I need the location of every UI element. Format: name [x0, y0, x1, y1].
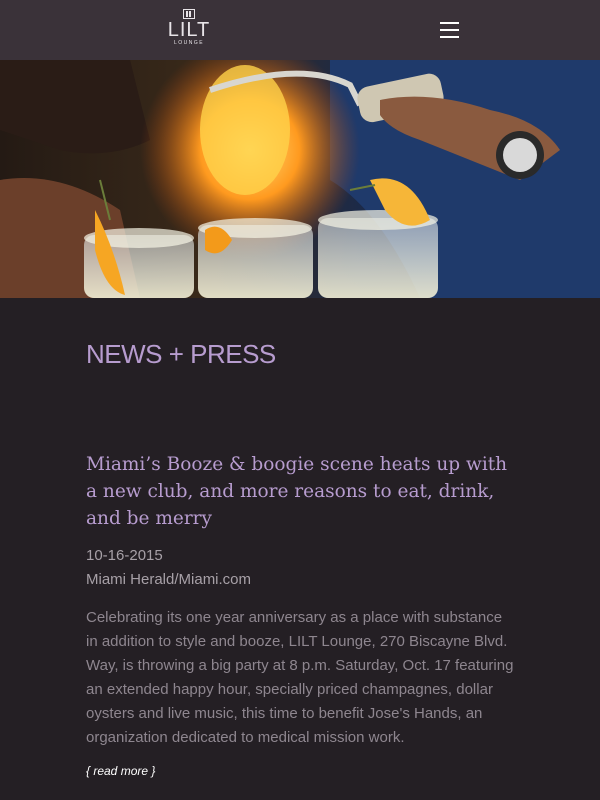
read-more-link[interactable]: { read more } — [86, 764, 155, 778]
logo-subtext: LOUNGE — [173, 40, 205, 46]
article-date: 10-16-2015 — [86, 547, 163, 564]
lilt-lounge-logo[interactable]: LILT LOUNGE — [166, 9, 212, 51]
site-header: LILT LOUNGE — [0, 0, 600, 60]
article-body: Celebrating its one year anniversary as … — [86, 609, 514, 746]
hero-photo — [0, 60, 600, 298]
news-content: NEWS + PRESS Miami’s Booze & boogie scen… — [86, 298, 526, 780]
article-title[interactable]: Miami’s Booze & boogie scene heats up wi… — [86, 451, 516, 532]
hamburger-menu-icon[interactable] — [438, 20, 462, 40]
logo-mark-icon — [183, 9, 195, 19]
page-title: NEWS + PRESS — [86, 339, 276, 369]
article-source: Miami Herald/Miami.com — [86, 571, 252, 588]
hero-image — [0, 60, 600, 298]
article-meta: 10-16-2015 Miami Herald/Miami.com — [86, 544, 526, 592]
logo-text: LILT — [167, 19, 211, 41]
